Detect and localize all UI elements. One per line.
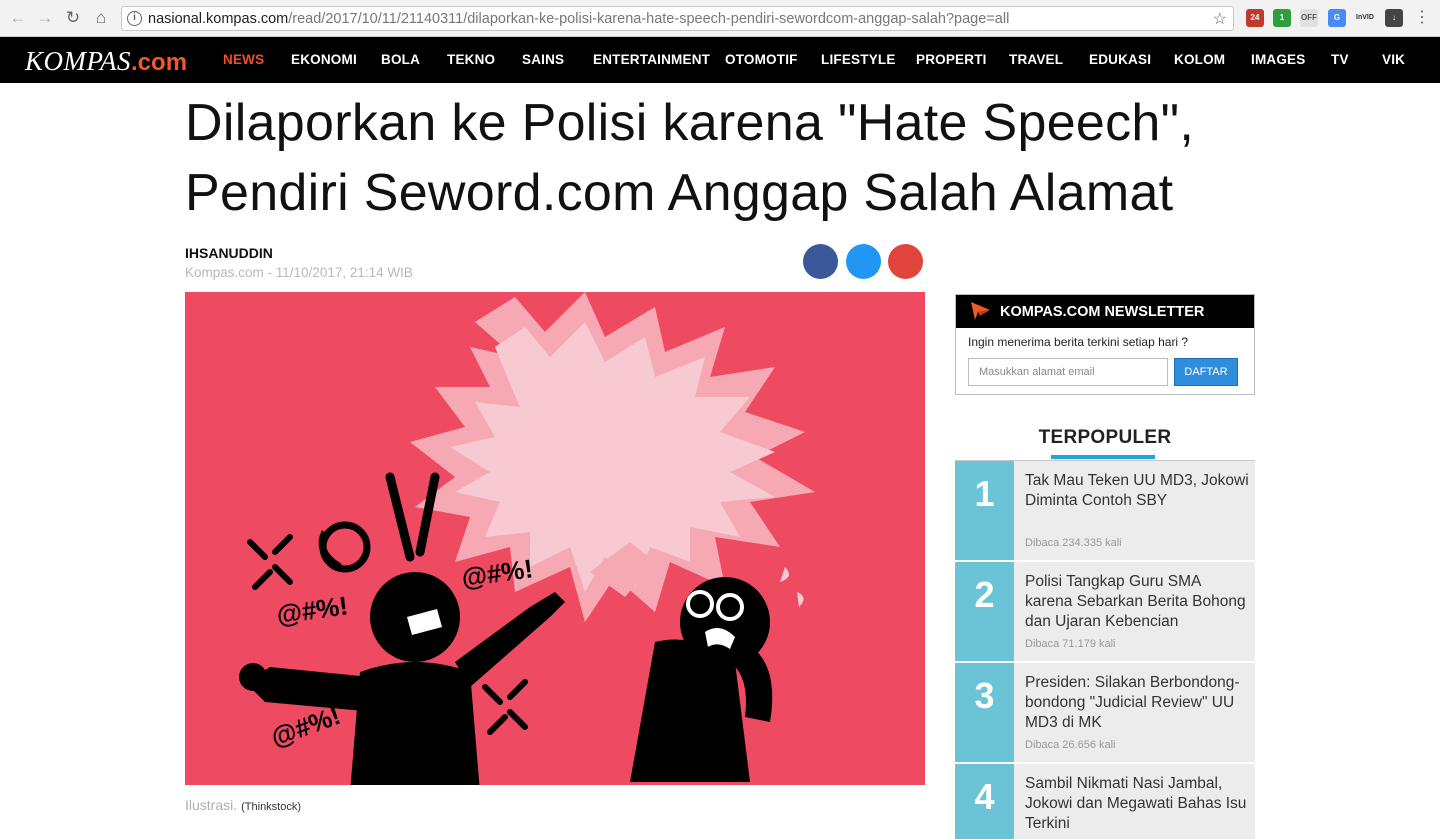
headline-line-1: Dilaporkan ke Polisi karena "Hate Speech…: [185, 94, 1195, 152]
nav-vik[interactable]: VIK: [1382, 52, 1405, 67]
back-icon[interactable]: ←: [8, 8, 28, 28]
curse-text-1: @#%!: [275, 590, 350, 630]
image-caption: Ilustrasi. (Thinkstock): [185, 797, 302, 813]
article-author[interactable]: IHSANUDDIN: [185, 245, 273, 261]
twitter-share-button[interactable]: [846, 244, 881, 279]
popular-item[interactable]: 2 Polisi Tangkap Guru SMA karena Sebarka…: [955, 562, 1255, 661]
popular-rank: 2: [955, 562, 1014, 661]
anger-mark-1: [247, 534, 293, 590]
calendar-extension-icon[interactable]: 24: [1246, 9, 1264, 27]
popular-read-count: Dibaca 71.179 kali: [1025, 638, 1116, 650]
angry-people-illustration: @#%! @#%! @#%!: [239, 292, 815, 785]
newsletter-prompt: Ingin menerima berita terkini setiap har…: [968, 335, 1189, 349]
nav-lifestyle[interactable]: LIFESTYLE: [821, 52, 896, 67]
popular-rank: 1: [955, 461, 1014, 560]
popular-rank: 3: [955, 663, 1014, 762]
kompas-logo[interactable]: KOMPAS.com: [25, 46, 187, 77]
headline-line-2: Pendiri Seword.com Anggap Salah Alamat: [185, 164, 1174, 222]
newsletter-header: KOMPAS.COM NEWSLETTER: [956, 295, 1254, 328]
article-hero-image: @#%! @#%! @#%!: [185, 292, 925, 785]
popular-rank: 4: [955, 764, 1014, 839]
article-meta: Kompas.com - 11/10/2017, 21:14 WIB: [185, 265, 413, 280]
green-extension-icon[interactable]: 1: [1273, 9, 1291, 27]
newsletter-logo-icon: [971, 302, 990, 320]
popular-title[interactable]: Polisi Tangkap Guru SMA karena Sebarkan …: [1025, 572, 1249, 632]
popular-heading: TERPOPULER: [1038, 427, 1172, 448]
image-credit: (Thinkstock): [241, 801, 302, 813]
nav-bola[interactable]: BOLA: [381, 52, 420, 67]
popular-heading-underline: [1051, 455, 1155, 459]
popular-item[interactable]: 4 Sambil Nikmati Nasi Jambal, Jokowi dan…: [955, 764, 1255, 839]
forward-icon[interactable]: →: [35, 8, 55, 28]
popular-title[interactable]: Presiden: Silakan Berbondong-bondong "Ju…: [1025, 673, 1249, 733]
download-extension-icon[interactable]: ↓: [1385, 9, 1403, 27]
reload-icon[interactable]: ↻: [63, 8, 83, 28]
newsletter-title: KOMPAS.COM NEWSLETTER: [1000, 304, 1205, 320]
nav-otomotif[interactable]: OTOMOTIF: [725, 52, 798, 67]
popular-read-count: Dibaca 234.335 kali: [1025, 537, 1122, 549]
nav-tekno[interactable]: TEKNO: [447, 52, 495, 67]
steam-cloud: [318, 521, 371, 573]
site-info-icon[interactable]: i: [127, 11, 142, 26]
browser-menu-icon[interactable]: ⋮: [1412, 8, 1432, 28]
popular-title[interactable]: Tak Mau Teken UU MD3, Jokowi Diminta Con…: [1025, 471, 1249, 511]
popular-title[interactable]: Sambil Nikmati Nasi Jambal, Jokowi dan M…: [1025, 774, 1249, 834]
newsletter-box: KOMPAS.COM NEWSLETTER Ingin menerima ber…: [955, 294, 1255, 395]
bookmark-star-icon[interactable]: ☆: [1213, 9, 1227, 29]
browser-toolbar: ← → ↻ ⌂ i nasional.kompas.com/read/2017/…: [0, 0, 1440, 37]
newsletter-email-input[interactable]: Masukkan alamat email: [968, 358, 1168, 386]
invid-extension-icon[interactable]: InVID: [1356, 9, 1374, 27]
site-navbar: KOMPAS.com NEWS EKONOMI BOLA TEKNO SAINS…: [0, 37, 1440, 83]
google-plus-share-button[interactable]: [888, 244, 923, 279]
nav-news[interactable]: NEWS: [223, 52, 264, 67]
nav-entertainment[interactable]: ENTERTAINMENT: [593, 52, 710, 67]
newsletter-subscribe-button[interactable]: DAFTAR: [1174, 358, 1238, 386]
popular-item[interactable]: 1 Tak Mau Teken UU MD3, Jokowi Diminta C…: [955, 461, 1255, 560]
nav-properti[interactable]: PROPERTI: [916, 52, 987, 67]
anger-mark-2: [482, 679, 528, 735]
nav-edukasi[interactable]: EDUKASI: [1089, 52, 1151, 67]
article-headline: Dilaporkan ke Polisi karena "Hate Speech…: [185, 88, 1265, 228]
nav-images[interactable]: IMAGES: [1251, 52, 1305, 67]
home-icon[interactable]: ⌂: [91, 8, 111, 28]
facebook-share-button[interactable]: [803, 244, 838, 279]
nav-travel[interactable]: TRAVEL: [1009, 52, 1063, 67]
nav-sains[interactable]: SAINS: [522, 52, 564, 67]
popular-item[interactable]: 3 Presiden: Silakan Berbondong-bondong "…: [955, 663, 1255, 762]
nav-ekonomi[interactable]: EKONOMI: [291, 52, 357, 67]
address-bar[interactable]: i nasional.kompas.com/read/2017/10/11/21…: [121, 6, 1234, 31]
translate-extension-icon[interactable]: G: [1328, 9, 1346, 27]
off-extension-icon[interactable]: OFF: [1300, 9, 1318, 27]
url-text[interactable]: nasional.kompas.com/read/2017/10/11/2114…: [148, 11, 1009, 27]
popular-read-count: Dibaca 26.656 kali: [1025, 739, 1116, 751]
nav-kolom[interactable]: KOLOM: [1174, 52, 1225, 67]
nav-tv[interactable]: TV: [1331, 52, 1349, 67]
